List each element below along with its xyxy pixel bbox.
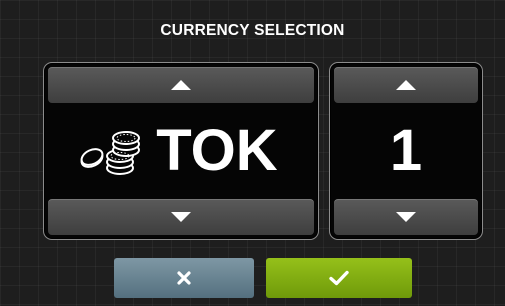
currency-selector: TOK <box>43 62 319 240</box>
triangle-down-icon <box>396 212 416 222</box>
cancel-button[interactable] <box>114 258 254 298</box>
currency-down-button[interactable] <box>48 199 314 235</box>
quantity-down-button[interactable] <box>334 199 478 235</box>
check-icon <box>329 270 349 286</box>
currency-display: TOK <box>44 107 318 195</box>
triangle-down-icon <box>171 212 191 222</box>
quantity-value: 1 <box>389 118 423 183</box>
quantity-selector: 1 <box>329 62 483 240</box>
triangle-up-icon <box>396 80 416 90</box>
page-title: CURRENCY SELECTION <box>160 22 345 39</box>
coins-icon <box>80 131 141 175</box>
triangle-up-icon <box>171 80 191 90</box>
quantity-display: 1 <box>330 107 482 195</box>
currency-up-button[interactable] <box>48 67 314 103</box>
confirm-button[interactable] <box>266 258 412 298</box>
cross-icon <box>177 271 191 285</box>
quantity-up-button[interactable] <box>334 67 478 103</box>
currency-code: TOK <box>156 118 278 183</box>
